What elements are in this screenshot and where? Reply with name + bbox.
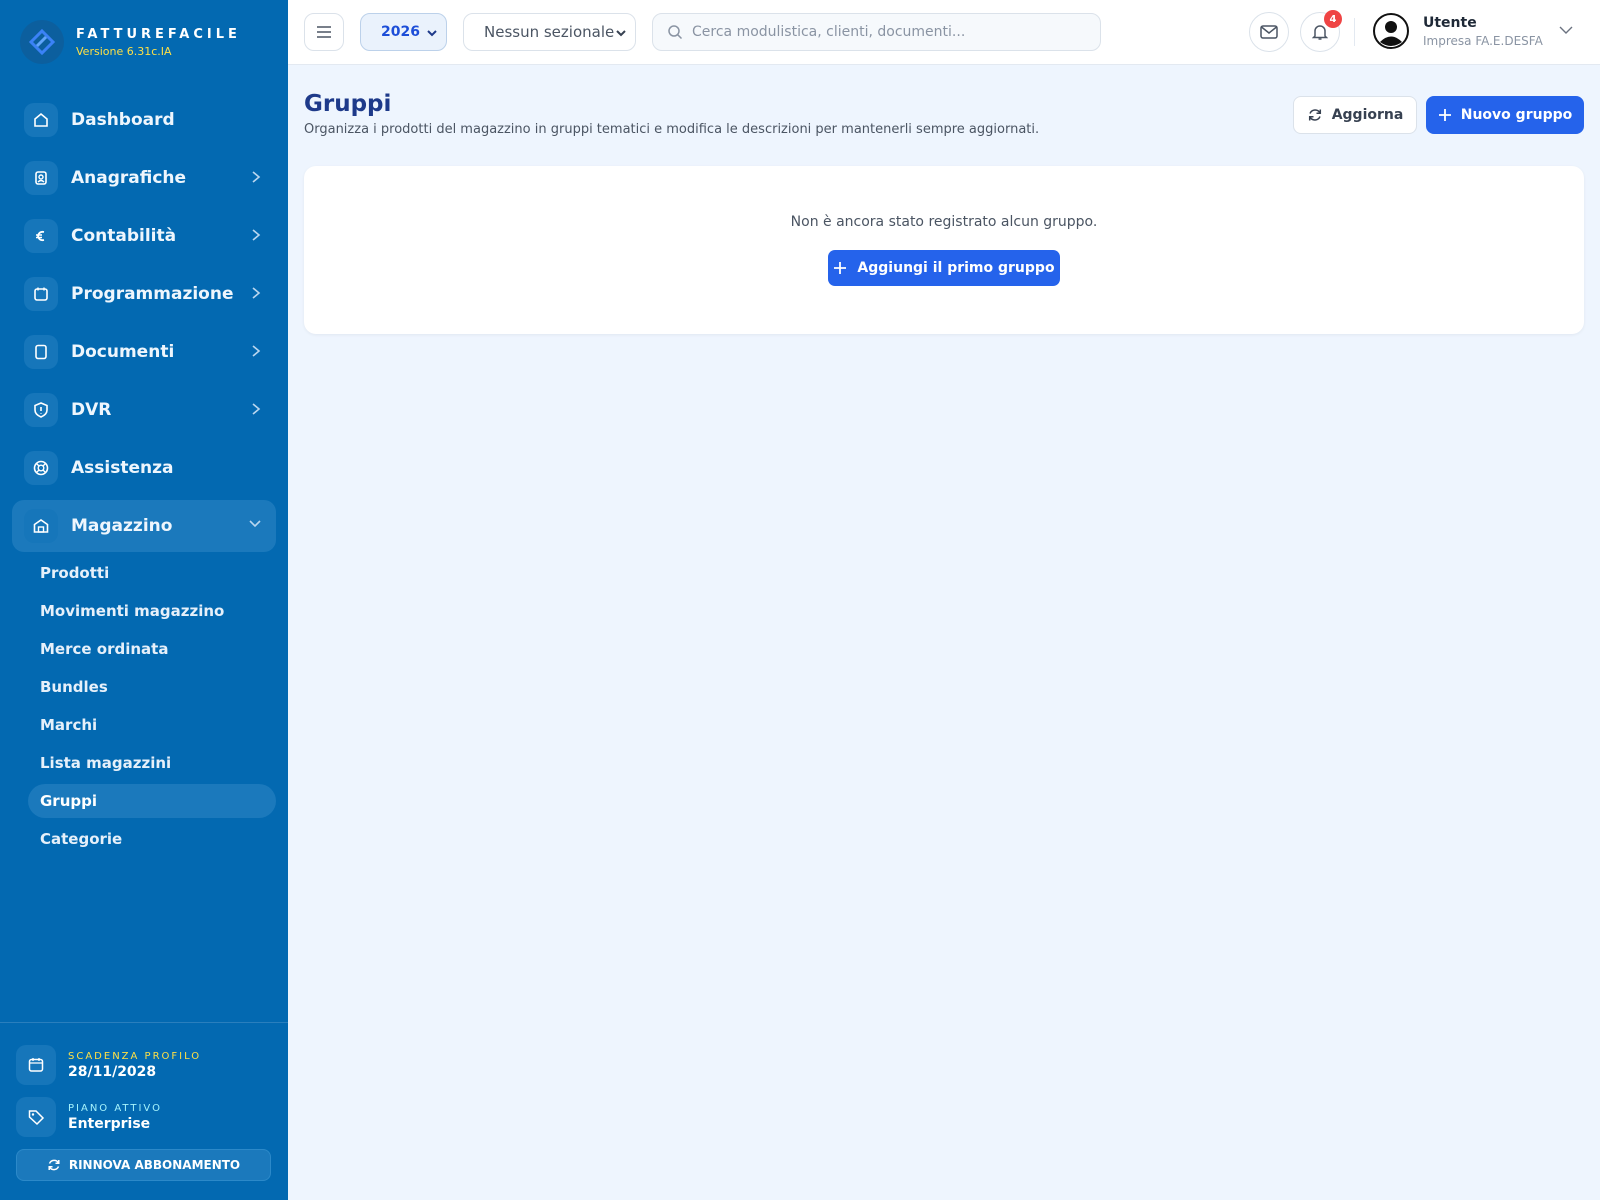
refresh-icon	[1308, 109, 1321, 121]
renew-label: RINNOVA ABBONAMENTO	[68, 1158, 241, 1172]
expiry-caption: SCADENZA PROFILO	[68, 1050, 202, 1062]
chevron-down-icon	[249, 520, 261, 528]
year-select[interactable]: 2026	[360, 13, 447, 51]
subnav-item-marchi[interactable]: Marchi	[28, 708, 276, 742]
sidebar-item-dashboard[interactable]: Dashboard	[12, 94, 276, 146]
notifications-button[interactable]: 4	[1300, 10, 1342, 52]
tag-icon	[16, 1097, 56, 1137]
year-value: 2026	[381, 24, 420, 40]
subnav-item-bundles[interactable]: Bundles	[28, 670, 276, 704]
new-group-label: Nuovo gruppo	[1460, 107, 1573, 123]
sezionale-select[interactable]: Nessun sezionale	[463, 13, 636, 51]
contact-icon	[24, 161, 58, 195]
subnav-item-gruppi[interactable]: Gruppi	[28, 784, 276, 818]
search-input[interactable]	[692, 24, 1092, 40]
bell-icon	[1312, 25, 1328, 40]
sidebar-item-label: Programmazione	[71, 284, 234, 304]
add-first-group-button[interactable]: Aggiungi il primo gruppo	[828, 250, 1060, 286]
sidebar-item-label: Dashboard	[71, 110, 175, 130]
sidebar-item-label: Documenti	[71, 342, 175, 362]
messages-button[interactable]	[1249, 12, 1289, 52]
plus-icon	[834, 262, 847, 274]
sidebar-item-anagrafiche[interactable]: Anagrafiche	[12, 152, 276, 204]
plan-caption: PIANO ATTIVO	[68, 1102, 162, 1114]
sidebar-footer: SCADENZA PROFILO 28/11/2028 PIANO ATTIVO…	[0, 1022, 288, 1200]
brand-logo-icon	[20, 20, 64, 64]
refresh-button[interactable]: Aggiorna	[1293, 96, 1417, 134]
refresh-icon	[48, 1159, 60, 1171]
shield-icon	[24, 393, 58, 427]
subnav-item-lista-magazzini[interactable]: Lista magazzini	[28, 746, 276, 780]
chevron-down-icon	[427, 30, 437, 37]
warehouse-icon	[24, 509, 58, 543]
empty-state-message: Non è ancora stato registrato alcun grup…	[790, 214, 1098, 230]
user-company: Impresa FA.E.DESFA	[1423, 33, 1543, 48]
euro-icon	[24, 219, 58, 253]
hamburger-icon	[317, 26, 331, 38]
sezionale-value: Nessun sezionale	[484, 23, 615, 41]
sidebar-item-label: Assistenza	[71, 458, 174, 478]
notification-badge: 4	[1324, 10, 1342, 28]
groups-card: Non è ancora stato registrato alcun grup…	[304, 166, 1584, 334]
user-menu[interactable]: Utente Impresa FA.E.DESFA	[1373, 13, 1543, 49]
mail-icon	[1260, 25, 1278, 39]
sidebar-item-label: Magazzino	[71, 516, 173, 536]
lifebuoy-icon	[24, 451, 58, 485]
page-subtitle: Organizza i prodotti del magazzino in gr…	[304, 122, 1040, 137]
menu-toggle-button[interactable]	[304, 13, 344, 51]
refresh-label: Aggiorna	[1331, 107, 1404, 123]
chevron-right-icon	[252, 345, 261, 357]
sidebar-item-documenti[interactable]: Documenti	[12, 326, 276, 378]
page-title: Gruppi	[304, 91, 392, 117]
brand-version: Versione 6.31c.IA	[76, 44, 172, 58]
subnav-item-prodotti[interactable]: Prodotti	[28, 556, 276, 590]
topbar-divider	[1354, 18, 1355, 46]
subnav-item-movimenti-magazzino[interactable]: Movimenti magazzino	[28, 594, 276, 628]
document-icon	[24, 335, 58, 369]
active-plan: PIANO ATTIVO Enterprise	[16, 1097, 162, 1137]
chevron-right-icon	[252, 403, 261, 415]
topbar: 2026 Nessun sezionale 4 Utente Impresa F…	[288, 0, 1600, 65]
plan-value: Enterprise	[68, 1115, 151, 1132]
chevron-right-icon	[252, 287, 261, 299]
sidebar-item-magazzino[interactable]: Magazzino	[12, 500, 276, 552]
search-icon	[668, 25, 683, 40]
sidebar: FATTUREFACILE Versione 6.31c.IA Dashboar…	[0, 0, 288, 1200]
calendar-icon	[16, 1045, 56, 1085]
subnav-item-categorie[interactable]: Categorie	[28, 822, 276, 856]
chevron-right-icon	[252, 229, 261, 241]
user-name: Utente	[1423, 14, 1477, 31]
new-group-button[interactable]: Nuovo gruppo	[1426, 96, 1584, 134]
chevron-down-icon[interactable]	[1558, 24, 1574, 36]
add-first-group-label: Aggiungi il primo gruppo	[857, 260, 1055, 276]
profile-expiry: SCADENZA PROFILO 28/11/2028	[16, 1045, 201, 1085]
sidebar-item-label: DVR	[71, 400, 112, 420]
calendar-icon	[24, 277, 58, 311]
brand[interactable]: FATTUREFACILE Versione 6.31c.IA	[20, 20, 241, 64]
chevron-right-icon	[252, 171, 261, 183]
renew-subscription-button[interactable]: RINNOVA ABBONAMENTO	[16, 1149, 271, 1181]
sidebar-item-contabilita[interactable]: Contabilità	[12, 210, 276, 262]
sidebar-item-programmazione[interactable]: Programmazione	[12, 268, 276, 320]
sidebar-item-dvr[interactable]: DVR	[12, 384, 276, 436]
avatar	[1373, 13, 1409, 49]
brand-name: FATTUREFACILE	[76, 26, 241, 42]
expiry-value: 28/11/2028	[68, 1063, 157, 1080]
home-icon	[24, 103, 58, 137]
plus-icon	[1438, 109, 1451, 121]
chevron-down-icon	[616, 30, 626, 37]
sidebar-item-label: Contabilità	[71, 226, 177, 246]
search-bar	[652, 13, 1101, 51]
sidebar-item-label: Anagrafiche	[71, 168, 187, 188]
subnav-item-merce-ordinata[interactable]: Merce ordinata	[28, 632, 276, 666]
sidebar-item-assistenza[interactable]: Assistenza	[12, 442, 276, 494]
sidebar-nav: Dashboard Anagrafiche Contabilità Progra…	[12, 94, 276, 558]
magazzino-submenu: Prodotti Movimenti magazzino Merce ordin…	[28, 556, 276, 860]
